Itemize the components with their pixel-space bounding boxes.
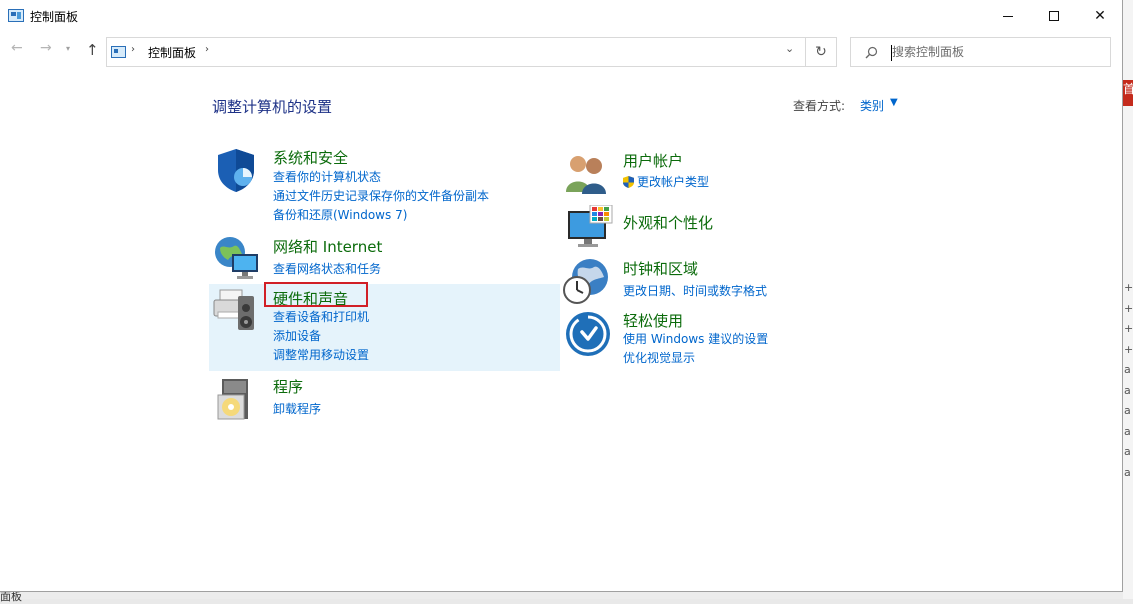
background-red-tab: 首 xyxy=(1123,80,1133,106)
category-link[interactable]: 更改帐户类型 xyxy=(623,173,709,190)
breadcrumb-separator-icon[interactable]: › xyxy=(131,44,135,55)
control-panel-window: 控制面板 ✕ ← → ▾ ↑ › 控制面板 › ⌄ ↻ 调整计算机的设置 查看方… xyxy=(0,0,1123,592)
category-link[interactable]: 优化视觉显示 xyxy=(623,349,695,366)
back-arrow-icon[interactable]: ← xyxy=(11,40,23,56)
background-side-text: + + + + a a a a a a xyxy=(1124,281,1133,479)
breadcrumb-control-panel[interactable]: 控制面板 xyxy=(148,44,196,61)
category-link[interactable]: 查看你的计算机状态 xyxy=(273,168,381,185)
category-link[interactable]: 查看网络状态和任务 xyxy=(273,260,381,277)
category-link[interactable]: 更改日期、时间或数字格式 xyxy=(623,282,767,299)
forward-arrow-icon[interactable]: → xyxy=(40,40,52,56)
change-account-type-link[interactable]: 更改帐户类型 xyxy=(637,175,709,189)
category-title[interactable]: 时钟和区域 xyxy=(623,258,698,279)
page-title: 调整计算机的设置 xyxy=(212,98,333,116)
category-link[interactable]: 调整常用移动设置 xyxy=(273,346,369,363)
breadcrumb-separator-icon[interactable]: › xyxy=(205,44,209,55)
category-title[interactable]: 程序 xyxy=(273,376,303,397)
recent-locations-icon[interactable]: ▾ xyxy=(66,44,70,53)
category-title[interactable]: 系统和安全 xyxy=(273,147,348,168)
category-title[interactable]: 用户帐户 xyxy=(623,150,683,171)
clock-globe-icon[interactable] xyxy=(562,257,610,305)
minimize-icon xyxy=(1003,15,1013,17)
minimize-button[interactable] xyxy=(985,0,1031,32)
category-title[interactable]: 轻松使用 xyxy=(623,310,683,331)
search-icon xyxy=(865,46,878,62)
up-arrow-icon[interactable]: ↑ xyxy=(86,41,99,59)
category-link[interactable]: 卸载程序 xyxy=(273,400,321,417)
control-panel-app-icon xyxy=(8,9,24,22)
network-globe-icon[interactable] xyxy=(212,234,260,282)
refresh-icon: ↻ xyxy=(815,44,827,60)
address-dropdown-icon[interactable]: ⌄ xyxy=(785,42,794,55)
maximize-button[interactable] xyxy=(1031,0,1077,32)
address-bar[interactable]: › 控制面板 › ⌄ xyxy=(106,37,806,67)
close-icon: ✕ xyxy=(1094,8,1106,24)
background-bottom-strip: 面板 xyxy=(0,590,1123,603)
category-link[interactable]: 查看设备和打印机 xyxy=(273,308,369,325)
view-by-label: 查看方式: xyxy=(793,99,846,113)
shield-icon[interactable] xyxy=(212,146,260,194)
ease-of-access-icon[interactable] xyxy=(564,310,612,358)
category-link[interactable]: 通过文件历史记录保存你的文件备份副本 xyxy=(273,187,489,204)
category-link[interactable]: 备份和还原(Windows 7) xyxy=(273,206,407,223)
printer-speaker-icon[interactable] xyxy=(212,286,260,334)
window-title: 控制面板 xyxy=(30,10,79,24)
view-by-caret-icon[interactable]: ▼ xyxy=(890,97,898,108)
view-by-dropdown[interactable]: 类别 xyxy=(860,97,884,114)
close-button[interactable]: ✕ xyxy=(1077,0,1123,32)
category-title[interactable]: 外观和个性化 xyxy=(623,212,713,233)
search-box[interactable] xyxy=(850,37,1111,67)
control-panel-location-icon xyxy=(111,46,126,58)
hardware-sound-hover-highlight xyxy=(209,284,560,371)
category-link[interactable]: 添加设备 xyxy=(273,327,321,344)
annotation-red-box xyxy=(264,282,368,307)
maximize-icon xyxy=(1049,11,1059,21)
monitor-palette-icon[interactable] xyxy=(566,205,614,253)
category-link[interactable]: 使用 Windows 建议的设置 xyxy=(623,330,768,347)
category-title[interactable]: 网络和 Internet xyxy=(273,236,382,257)
refresh-button[interactable]: ↻ xyxy=(806,37,837,67)
users-icon[interactable] xyxy=(562,150,610,198)
programs-disc-icon[interactable] xyxy=(212,375,260,423)
title-bar: 控制面板 ✕ xyxy=(0,0,1123,32)
uac-shield-icon xyxy=(623,176,634,188)
search-input[interactable] xyxy=(892,42,1092,62)
